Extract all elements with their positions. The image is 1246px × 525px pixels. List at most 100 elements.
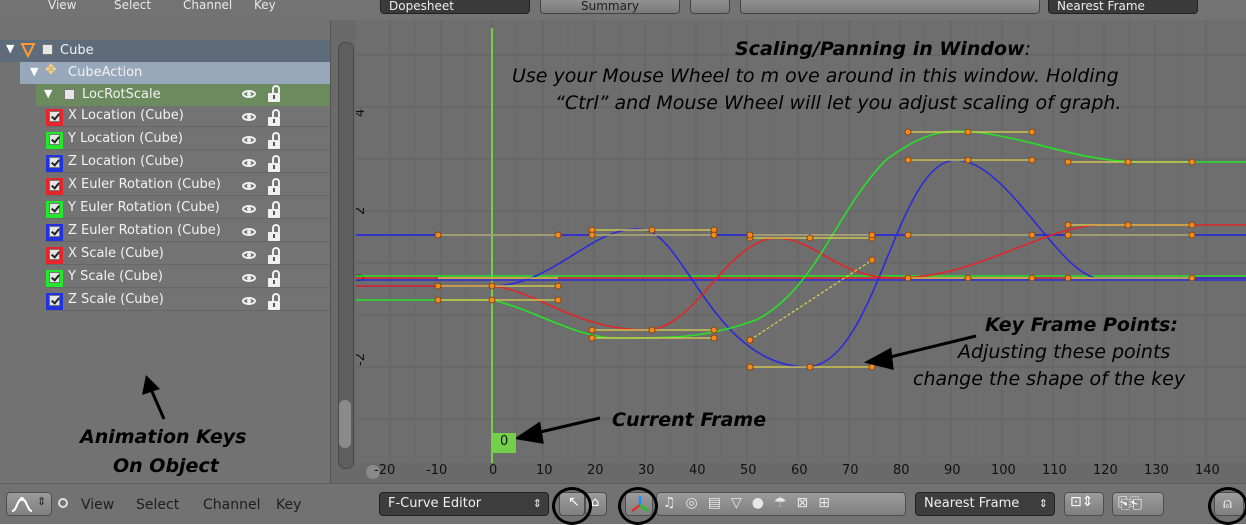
eye-icon[interactable] [242, 136, 256, 144]
fcurve-label: Y Scale (Cube) [68, 269, 163, 284]
menu-select[interactable]: Select [136, 497, 179, 513]
eye-icon[interactable] [242, 297, 256, 305]
lock-icon[interactable] [268, 132, 280, 149]
expand-arrow-icon[interactable]: ▼ [30, 65, 38, 78]
curve-color-swatch[interactable] [46, 270, 63, 287]
pivot-icon: ⊡⇕ [1070, 494, 1094, 510]
x-tick-label: 60 [791, 463, 808, 478]
lock-icon[interactable] [268, 293, 280, 310]
expand-arrow-icon[interactable]: ▼ [6, 42, 14, 55]
menu-channel[interactable]: Channel [203, 497, 260, 513]
x-tick-label: 70 [842, 463, 859, 478]
x-tick-label: 40 [689, 463, 706, 478]
lock-icon[interactable] [268, 224, 280, 241]
fcurve-label: X Location (Cube) [68, 108, 184, 123]
copy-paste-buttons[interactable]: ⎘⎗ [1112, 492, 1164, 516]
expand-arrow-icon[interactable]: ▼ [44, 87, 52, 100]
eye-icon[interactable] [242, 159, 256, 167]
menu-view[interactable]: View [81, 497, 114, 513]
lock-icon[interactable] [268, 247, 280, 264]
eye-icon[interactable] [242, 182, 256, 190]
eye-icon[interactable] [242, 205, 256, 213]
fcurve-label: Z Location (Cube) [68, 154, 184, 169]
curve-color-swatch[interactable] [46, 109, 63, 126]
eye-icon[interactable] [242, 90, 256, 98]
editor-mode-label: F-Curve Editor [388, 496, 482, 511]
top-menu-select[interactable]: Select [106, 0, 159, 14]
annotation-anim-keys-line1: Animation Keys [80, 426, 247, 448]
fcurve-row[interactable]: X Location (Cube) [46, 107, 330, 127]
object-name: Cube [60, 43, 94, 58]
filter-icons: ♫◎▤▽●☂⊠⊞ [663, 495, 840, 511]
curve-color-swatch[interactable] [46, 293, 63, 310]
top-filter-button[interactable] [690, 0, 730, 14]
lock-icon[interactable] [268, 155, 280, 172]
y-tick-label: 4 [356, 109, 368, 117]
fcurve-row[interactable]: X Euler Rotation (Cube) [46, 176, 330, 196]
pivot-dropdown[interactable]: ⊡⇕ [1064, 492, 1104, 516]
eye-icon[interactable] [242, 228, 256, 236]
top-snap-dropdown[interactable]: Nearest Frame [1048, 0, 1198, 14]
fcurve-row[interactable]: Z Euler Rotation (Cube) [46, 222, 330, 242]
eye-icon[interactable] [242, 251, 256, 259]
curve-color-swatch[interactable] [46, 247, 63, 264]
fcurve-row[interactable]: Y Location (Cube) [46, 130, 330, 150]
lock-icon[interactable] [268, 109, 280, 126]
lock-icon[interactable] [268, 85, 280, 102]
bottom-header: ⇕ View Select Channel Key F-Curve Editor… [0, 483, 1246, 525]
chevron-updown-icon: ⇕ [532, 497, 542, 510]
top-summary-button[interactable]: Summary [540, 0, 680, 14]
top-menu-view[interactable]: View [40, 0, 84, 14]
top-mode-dropdown[interactable]: Dopesheet [380, 0, 530, 14]
object-visible-checkbox[interactable] [42, 44, 53, 55]
lock-icon[interactable] [268, 201, 280, 218]
eye-icon[interactable] [242, 274, 256, 282]
curve-color-swatch[interactable] [46, 132, 63, 149]
current-frame-indicator[interactable]: 0 [492, 433, 516, 453]
annotation-scaling-line1: Use your Mouse Wheel to m ove around in … [512, 65, 1119, 87]
annotation-scaling-title: Scaling/Panning in Window: [735, 38, 1031, 60]
fcurve-row[interactable]: Z Scale (Cube) [46, 291, 330, 311]
graph-editor-icon [11, 497, 33, 512]
fcurve-row[interactable]: Z Location (Cube) [46, 153, 330, 173]
annotation-circle [618, 487, 658, 525]
annotation-keyframe-title: Key Frame Points: [985, 314, 1178, 336]
x-tick-label: -20 [374, 463, 396, 478]
channel-action-row[interactable]: ▼ ✥ CubeAction [20, 62, 330, 84]
channel-object-row[interactable]: ▼ Cube [0, 40, 330, 62]
curve-color-swatch[interactable] [46, 178, 63, 195]
annotation-scaling-colon: : [1024, 38, 1031, 60]
arrow-up-icon [142, 375, 166, 420]
group-checkbox[interactable] [64, 89, 75, 100]
annotation-current-frame: Current Frame [612, 409, 767, 431]
top-menu-key[interactable]: Key [246, 0, 284, 14]
curve-color-swatch[interactable] [46, 224, 63, 241]
group-name: LocRotScale [82, 87, 161, 102]
top-filter-icons[interactable] [740, 0, 1040, 14]
menu-key[interactable]: Key [276, 497, 301, 513]
channel-group-row[interactable]: ▼ LocRotScale [36, 84, 330, 106]
fcurve-row[interactable]: Y Scale (Cube) [46, 268, 330, 288]
vertical-scrollbar-handle[interactable] [339, 400, 351, 448]
annotation-scaling-line2: “Ctrl” and Mouse Wheel will let you adju… [555, 92, 1122, 114]
editor-mode-dropdown[interactable]: F-Curve Editor ⇕ [379, 492, 549, 516]
eye-icon[interactable] [242, 113, 256, 121]
lock-icon[interactable] [268, 270, 280, 287]
x-tick-label: 90 [944, 463, 961, 478]
ghost-icon: ⌂ [591, 495, 600, 510]
fcurve-row[interactable]: Y Euler Rotation (Cube) [46, 199, 330, 219]
editor-type-button[interactable]: ⇕ [6, 492, 52, 516]
lock-icon[interactable] [268, 178, 280, 195]
filter-toolbar[interactable]: ♫◎▤▽●☂⊠⊞ [656, 492, 906, 516]
curve-color-swatch[interactable] [46, 201, 63, 218]
top-menu-channel[interactable]: Channel [175, 0, 240, 14]
object-icon [20, 43, 36, 58]
annotation-circle [552, 487, 592, 525]
annotation-keyframe-line1: Adjusting these points [958, 341, 1171, 363]
snap-dropdown[interactable]: Nearest Frame ⇕ [915, 492, 1055, 516]
current-frame-value: 0 [500, 434, 509, 449]
menu-toggle-icon[interactable] [58, 498, 68, 508]
x-tick-label: 120 [1093, 463, 1118, 478]
fcurve-row[interactable]: X Scale (Cube) [46, 245, 330, 265]
curve-color-swatch[interactable] [46, 155, 63, 172]
